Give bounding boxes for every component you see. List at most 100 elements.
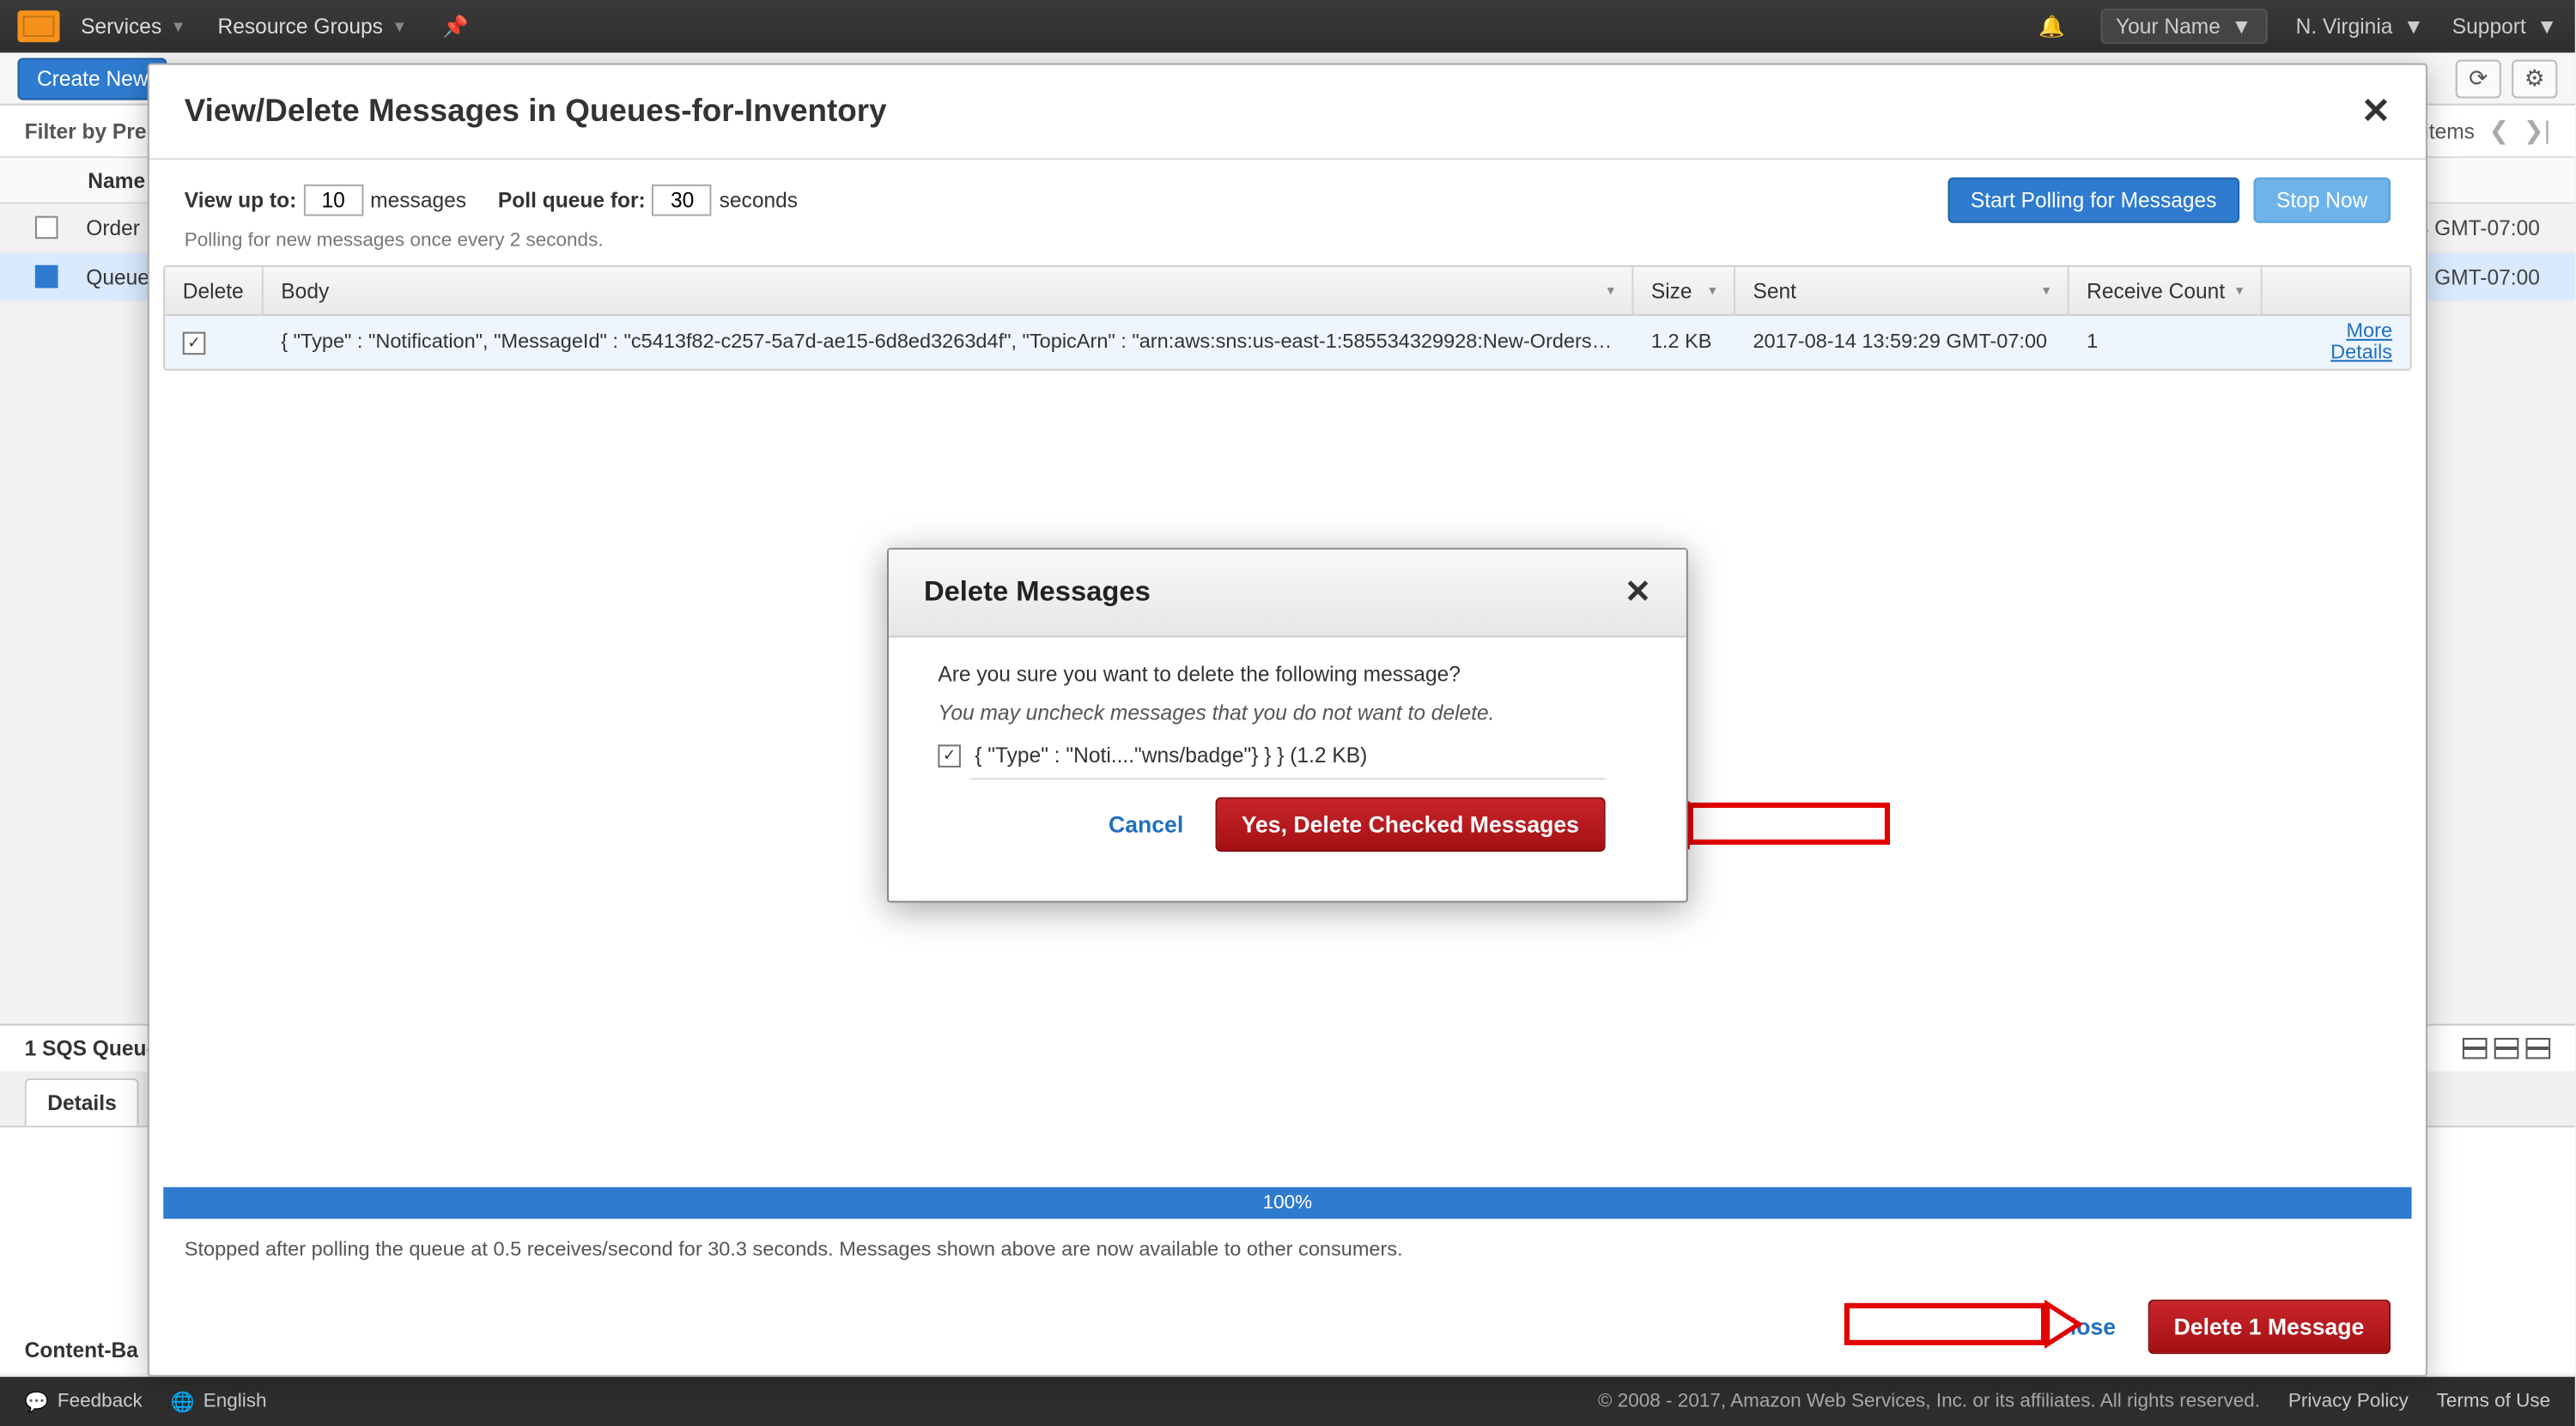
privacy-link[interactable]: Privacy Policy	[2288, 1391, 2409, 1412]
annotation-box	[1688, 803, 1890, 845]
tab-details[interactable]: Details	[25, 1078, 140, 1126]
confirm-checkbox[interactable]: ✓	[938, 743, 961, 767]
view-up-to-input[interactable]	[303, 185, 363, 216]
footer: 💬 Feedback 🌐 English © 2008 - 2017, Amazon…	[0, 1377, 2575, 1426]
confirm-question: Are you sure you want to delete the foll…	[938, 662, 1637, 687]
cancel-button[interactable]: Cancel	[1087, 801, 1204, 848]
column-sent-label: Sent	[1753, 278, 1795, 303]
message-row[interactable]: ✓ { "Type" : "Notification", "MessageId"…	[165, 316, 2409, 368]
language-link[interactable]: 🌐 English	[170, 1390, 266, 1413]
create-new-button[interactable]: Create New	[17, 57, 167, 99]
layout-icon[interactable]	[2463, 1038, 2488, 1059]
column-delete-label: Delete	[183, 278, 244, 303]
more-details-link[interactable]: More Details	[2330, 321, 2392, 363]
pin-icon[interactable]: 📌	[442, 13, 469, 38]
column-size-label: Size	[1651, 278, 1692, 303]
sort-caret-icon: ▾	[2236, 282, 2243, 298]
polling-hint: Polling for new messages once every 2 se…	[149, 230, 2426, 265]
filter-label: Filter by Pre	[25, 118, 147, 143]
caret-down-icon: ▼	[2403, 13, 2424, 38]
message-body: { "Type" : "Notification", "MessageId" :…	[264, 332, 1634, 354]
column-delete[interactable]: Delete	[165, 267, 264, 314]
confirm-note: You may uncheck messages that you do not…	[938, 701, 1637, 725]
close-icon[interactable]: ✕	[2361, 89, 2391, 133]
caret-down-icon: ▼	[392, 16, 407, 33]
message-sent: 2017-08-14 13:59:29 GMT-07:00	[1735, 332, 2069, 354]
close-icon[interactable]: ✕	[1625, 574, 1651, 611]
refresh-icon: ⟳	[2469, 64, 2488, 93]
comment-icon: 💬	[25, 1390, 49, 1413]
column-size[interactable]: Size ▾	[1633, 267, 1735, 314]
account-label: Your Name	[2116, 13, 2221, 38]
confirm-delete-dialog: Delete Messages ✕ Are you sure you want …	[887, 548, 1688, 902]
checkbox[interactable]	[35, 265, 58, 288]
column-more	[2263, 267, 2410, 314]
region-label: N. Virginia	[2296, 13, 2393, 38]
language-label: English	[204, 1391, 267, 1412]
confirm-title: Delete Messages	[924, 577, 1151, 609]
table-header: Delete Body ▾ Size ▾ Sent ▾ Receive Count ▾	[165, 267, 2409, 316]
checkbox[interactable]	[35, 216, 58, 240]
column-rc-label: Receive Count	[2087, 278, 2225, 303]
seconds-label: seconds	[720, 188, 798, 213]
sort-caret-icon: ▾	[1607, 282, 1614, 298]
confirm-delete-button[interactable]: Yes, Delete Checked Messages	[1215, 798, 1606, 852]
view-mode-icons[interactable]	[2463, 1038, 2550, 1059]
selection-summary: 1 SQS Queue	[25, 1036, 159, 1061]
top-nav: Services ▼ Resource Groups ▼ 📌 🔔 Your Na…	[0, 0, 2575, 52]
services-menu[interactable]: Services ▼	[81, 13, 186, 38]
caret-down-icon: ▼	[170, 16, 185, 33]
messages-label: messages	[370, 188, 466, 213]
queue-timestamp: 4 GMT-07:00	[2417, 215, 2540, 240]
bell-icon[interactable]: 🔔	[2038, 13, 2065, 38]
column-name[interactable]: Name	[88, 167, 145, 192]
settings-button[interactable]: ⚙	[2512, 59, 2557, 98]
terms-link[interactable]: Terms of Use	[2437, 1391, 2551, 1412]
feedback-label: Feedback	[58, 1391, 143, 1412]
progress-bar: 100%	[163, 1187, 2411, 1219]
page-last-icon[interactable]: ❯|	[2524, 116, 2550, 146]
message-receive-count: 1	[2069, 332, 2263, 354]
messages-table: Delete Body▾ Size▾ Sent▾ Receive Count▾ …	[163, 265, 2411, 371]
globe-icon: 🌐	[170, 1390, 194, 1413]
polling-status: Stopped after polling the queue at 0.5 r…	[149, 1233, 2426, 1278]
aws-logo-icon[interactable]	[17, 9, 59, 41]
annotation-box	[1844, 1303, 2046, 1345]
resource-groups-menu[interactable]: Resource Groups ▼	[218, 13, 408, 38]
support-label: Support	[2452, 13, 2526, 38]
stop-now-button[interactable]: Stop Now	[2253, 178, 2391, 223]
layout-icon[interactable]	[2526, 1038, 2551, 1059]
caret-down-icon: ▼	[2231, 13, 2251, 38]
confirm-message-preview: { "Type" : "Noti...."wns/badge"} } } (1.…	[975, 743, 1367, 768]
services-label: Services	[81, 13, 161, 38]
view-up-to-label: View up to:	[185, 188, 296, 213]
caret-down-icon: ▼	[2537, 13, 2557, 38]
refresh-button[interactable]: ⟳	[2456, 59, 2501, 98]
confirm-message-item: ✓ { "Type" : "Noti...."wns/badge"} } } (…	[938, 743, 1637, 768]
annotation-arrow-icon	[2044, 1300, 2083, 1349]
region-menu[interactable]: N. Virginia ▼	[2296, 13, 2424, 38]
resource-groups-label: Resource Groups	[218, 13, 383, 38]
support-menu[interactable]: Support ▼	[2452, 13, 2558, 38]
delete-message-button[interactable]: Delete 1 Message	[2148, 1300, 2391, 1354]
copyright: © 2008 - 2017, Amazon Web Services, Inc.…	[1598, 1391, 2260, 1412]
start-polling-button[interactable]: Start Polling for Messages	[1947, 178, 2239, 223]
sort-caret-icon: ▾	[2043, 282, 2050, 298]
message-checkbox[interactable]: ✓	[183, 331, 206, 355]
layout-icon[interactable]	[2494, 1038, 2519, 1059]
message-size: 1.2 KB	[1633, 332, 1735, 354]
modal-title: View/Delete Messages in Queues-for-Inven…	[185, 93, 887, 130]
column-body-label: Body	[281, 278, 329, 303]
page-prev-icon[interactable]: ❮	[2488, 116, 2509, 146]
gear-icon: ⚙	[2524, 64, 2545, 93]
poll-for-input[interactable]	[653, 185, 713, 216]
column-sent[interactable]: Sent ▾	[1735, 267, 2069, 314]
feedback-link[interactable]: 💬 Feedback	[25, 1390, 143, 1413]
account-menu[interactable]: Your Name ▼	[2100, 8, 2268, 43]
sort-caret-icon: ▾	[1709, 282, 1716, 298]
progress-value: 100%	[1263, 1192, 1313, 1214]
queue-timestamp: 3 GMT-07:00	[2417, 264, 2540, 289]
poll-for-label: Poll queue for:	[498, 188, 646, 213]
column-receive-count[interactable]: Receive Count ▾	[2069, 267, 2263, 314]
column-body[interactable]: Body ▾	[264, 267, 1634, 314]
